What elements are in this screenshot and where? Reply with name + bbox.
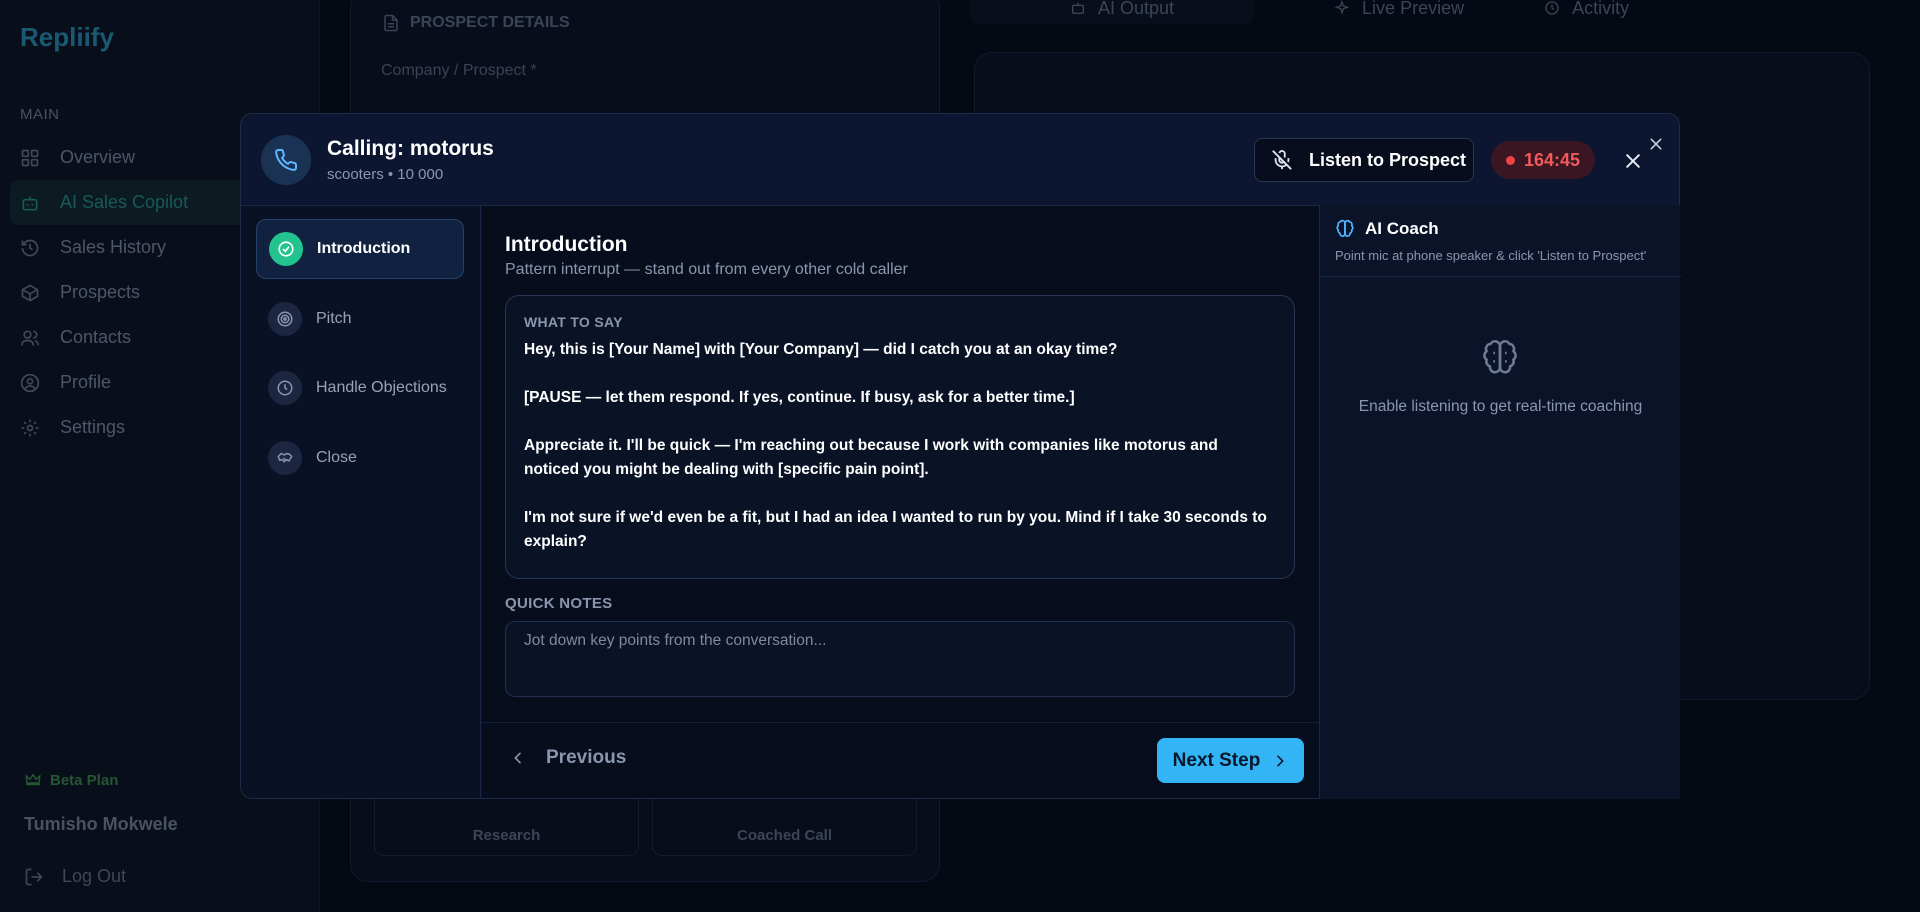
section-subtitle: Pattern interrupt — stand out from every… <box>505 261 908 278</box>
what-to-say-label: WHAT TO SAY <box>524 314 623 330</box>
ai-coach-title: AI Coach <box>1335 219 1439 239</box>
quick-notes-input[interactable] <box>505 621 1295 697</box>
script-paragraph: Hey, this is [Your Name] with [Your Comp… <box>524 341 1118 358</box>
previous-label: Previous <box>546 747 627 768</box>
script-paragraph: I'm not sure if we'd even be a fit, but … <box>524 509 1267 550</box>
script-paragraph: Appreciate it. I'll be quick — I'm reach… <box>524 437 1218 478</box>
ai-coach-subtitle: Point mic at phone speaker & click 'List… <box>1335 248 1647 263</box>
chevron-left-icon <box>510 750 526 766</box>
section-title: Introduction <box>505 233 628 256</box>
brain-icon <box>1335 219 1355 239</box>
brain-icon <box>1480 338 1520 378</box>
ai-coach-title-text: AI Coach <box>1365 219 1439 238</box>
footer-divider <box>481 722 1319 723</box>
ai-coach-empty-text: Enable listening to get real-time coachi… <box>1358 398 1643 415</box>
script-paragraph: [PAUSE — let them respond. If yes, conti… <box>524 389 1075 406</box>
next-step-label: Next Step <box>1172 749 1261 771</box>
quick-notes-label: QUICK NOTES <box>505 595 613 612</box>
chevron-right-icon <box>1272 753 1288 769</box>
next-step-button[interactable]: Next Step <box>1157 738 1304 783</box>
modal-content-layer: Introduction Pattern interrupt — stand o… <box>240 113 1681 799</box>
ai-coach-header: AI Coach Point mic at phone speaker & cl… <box>1320 205 1681 277</box>
what-to-say-box: WHAT TO SAY Hey, this is [Your Name] wit… <box>505 295 1295 579</box>
previous-button[interactable]: Previous <box>510 747 626 769</box>
ai-coach-panel: AI Coach Point mic at phone speaker & cl… <box>1319 205 1681 799</box>
